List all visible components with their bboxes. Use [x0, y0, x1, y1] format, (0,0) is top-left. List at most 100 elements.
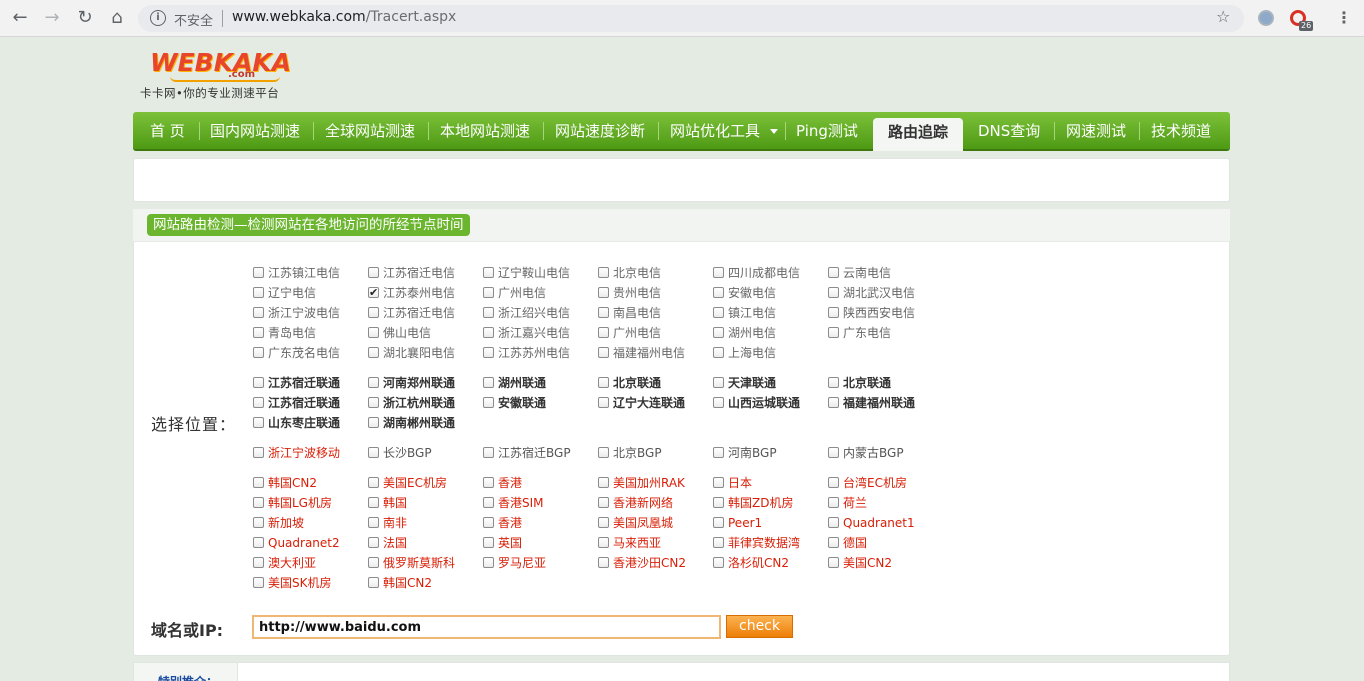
location-checkbox[interactable]: [253, 577, 264, 588]
location-label-text[interactable]: 北京联通: [613, 374, 661, 392]
location-checkbox[interactable]: [253, 287, 264, 298]
location-label-text[interactable]: 韩国ZD机房: [728, 494, 793, 512]
location-label-text[interactable]: 韩国LG机房: [268, 494, 332, 512]
location-checkbox[interactable]: [828, 477, 839, 488]
location-label-text[interactable]: 香港新网络: [613, 494, 673, 512]
location-checkbox[interactable]: [368, 347, 379, 358]
location-checkbox[interactable]: [828, 517, 839, 528]
location-checkbox[interactable]: [483, 497, 494, 508]
location-label-text[interactable]: 湖南郴州联通: [383, 414, 455, 432]
nav-optimize-tools[interactable]: 网站优化工具: [670, 112, 760, 149]
location-checkbox[interactable]: [598, 287, 609, 298]
location-label-text[interactable]: 江苏宿迁电信: [383, 304, 455, 322]
location-checkbox[interactable]: [368, 537, 379, 548]
location-label-text[interactable]: 陕西西安电信: [843, 304, 915, 322]
location-label-text[interactable]: 南昌电信: [613, 304, 661, 322]
location-checkbox[interactable]: [253, 397, 264, 408]
location-label-text[interactable]: 美国凤凰城: [613, 514, 673, 532]
location-label-text[interactable]: 山西运城联通: [728, 394, 800, 412]
location-checkbox[interactable]: [483, 537, 494, 548]
location-checkbox[interactable]: [598, 537, 609, 548]
location-label-text[interactable]: 长沙BGP: [383, 444, 432, 462]
location-checkbox[interactable]: [253, 477, 264, 488]
location-checkbox[interactable]: [253, 537, 264, 548]
location-label-text[interactable]: 俄罗斯莫斯科: [383, 554, 455, 572]
location-checkbox[interactable]: [713, 447, 724, 458]
location-label-text[interactable]: 英国: [498, 534, 522, 552]
site-logo[interactable]: WEBKAKA .com 卡卡网•你的专业测速平台: [140, 46, 300, 102]
location-checkbox[interactable]: [368, 307, 379, 318]
nav-tech[interactable]: 技术频道: [1151, 112, 1211, 149]
location-label-text[interactable]: 福建福州联通: [843, 394, 915, 412]
location-checkbox[interactable]: [828, 397, 839, 408]
location-label-text[interactable]: 青岛电信: [268, 324, 316, 342]
location-label-text[interactable]: 北京BGP: [613, 444, 662, 462]
location-label-text[interactable]: 辽宁大连联通: [613, 394, 685, 412]
location-checkbox[interactable]: [253, 417, 264, 428]
url-text[interactable]: www.webkaka.com/Tracert.aspx: [232, 9, 456, 25]
location-checkbox[interactable]: [713, 287, 724, 298]
location-checkbox[interactable]: [368, 447, 379, 458]
location-checkbox[interactable]: [828, 327, 839, 338]
location-label-text[interactable]: 马来西亚: [613, 534, 661, 552]
location-checkbox[interactable]: [368, 267, 379, 278]
location-checkbox[interactable]: [253, 267, 264, 278]
location-checkbox[interactable]: [483, 327, 494, 338]
domain-ip-input[interactable]: [252, 615, 721, 639]
location-label-text[interactable]: Peer1: [728, 514, 762, 532]
location-label-text[interactable]: 香港沙田CN2: [613, 554, 686, 572]
nav-global-speed[interactable]: 全球网站测速: [325, 112, 415, 149]
location-checkbox[interactable]: [368, 417, 379, 428]
location-checkbox[interactable]: [253, 497, 264, 508]
location-checkbox[interactable]: [828, 307, 839, 318]
location-label-text[interactable]: 河南郑州联通: [383, 374, 455, 392]
location-label-text[interactable]: 河南BGP: [728, 444, 777, 462]
nav-local-speed[interactable]: 本地网站测速: [440, 112, 530, 149]
location-label-text[interactable]: 韩国: [383, 494, 407, 512]
nav-net-speed[interactable]: 网速测试: [1066, 112, 1126, 149]
location-label-text[interactable]: 佛山电信: [383, 324, 431, 342]
location-label-text[interactable]: 安徽电信: [728, 284, 776, 302]
location-label-text[interactable]: 广州电信: [498, 284, 546, 302]
location-checkbox[interactable]: [828, 497, 839, 508]
location-label-text[interactable]: 德国: [843, 534, 867, 552]
location-checkbox[interactable]: [598, 377, 609, 388]
location-checkbox[interactable]: [598, 307, 609, 318]
location-label-text[interactable]: Quadranet1: [843, 514, 915, 532]
location-checkbox[interactable]: [368, 377, 379, 388]
location-checkbox[interactable]: [828, 537, 839, 548]
chevron-down-icon[interactable]: [770, 129, 778, 134]
location-checkbox[interactable]: [368, 477, 379, 488]
location-checkbox[interactable]: [598, 347, 609, 358]
location-label-text[interactable]: 辽宁鞍山电信: [498, 264, 570, 282]
location-label-text[interactable]: 浙江宁波电信: [268, 304, 340, 322]
back-icon[interactable]: ←: [9, 7, 31, 29]
location-label-text[interactable]: 广东茂名电信: [268, 344, 340, 362]
location-label-text[interactable]: 浙江宁波移动: [268, 444, 340, 462]
location-label-text[interactable]: 韩国CN2: [268, 474, 317, 492]
location-checkbox[interactable]: [713, 517, 724, 528]
location-checkbox[interactable]: [483, 477, 494, 488]
location-checkbox[interactable]: [598, 497, 609, 508]
location-checkbox[interactable]: [368, 284, 379, 302]
location-checkbox[interactable]: [713, 307, 724, 318]
location-checkbox[interactable]: [483, 397, 494, 408]
location-label-text[interactable]: 澳大利亚: [268, 554, 316, 572]
location-checkbox[interactable]: [828, 377, 839, 388]
location-label-text[interactable]: 美国加州RAK: [613, 474, 685, 492]
location-label-text[interactable]: 韩国CN2: [383, 574, 432, 592]
location-checkbox[interactable]: [253, 347, 264, 358]
nav-ping[interactable]: Ping测试: [796, 112, 858, 149]
nav-tracert-active[interactable]: 路由追踪: [873, 118, 963, 151]
location-checkbox[interactable]: [713, 347, 724, 358]
location-checkbox[interactable]: [483, 557, 494, 568]
location-label-text[interactable]: 美国SK机房: [268, 574, 332, 592]
location-checkbox[interactable]: [253, 517, 264, 528]
location-label-text[interactable]: 荷兰: [843, 494, 867, 512]
location-checkbox[interactable]: [368, 497, 379, 508]
location-checkbox[interactable]: [598, 267, 609, 278]
location-label-text[interactable]: 新加坡: [268, 514, 304, 532]
location-label-text[interactable]: 美国EC机房: [383, 474, 447, 492]
location-checkbox[interactable]: [713, 477, 724, 488]
location-checkbox[interactable]: [253, 557, 264, 568]
